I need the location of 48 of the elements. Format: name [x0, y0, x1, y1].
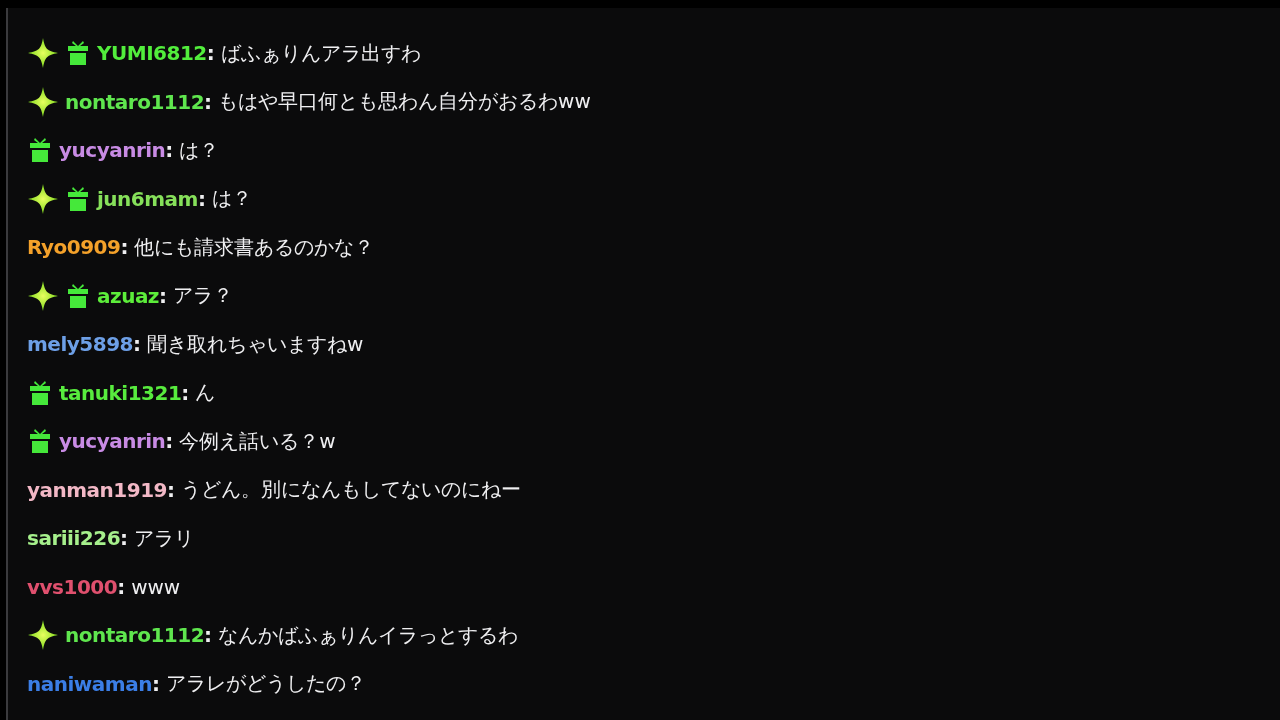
- chat-message: 他にも請求書あるのかな？: [134, 233, 375, 261]
- chat-message: ん: [195, 379, 216, 407]
- chat-message: アラリ: [134, 524, 195, 552]
- colon: :: [117, 574, 126, 599]
- colon: :: [204, 623, 213, 648]
- chat-message: は？: [211, 185, 252, 213]
- chat-message: アラレがどうしたの？: [165, 670, 366, 698]
- chat-username[interactable]: jun6mam: [97, 186, 198, 211]
- colon: :: [165, 429, 174, 454]
- chat-message: なんかばふぁりんイラっとするわ: [218, 621, 519, 649]
- chat-username[interactable]: Ryo0909: [27, 235, 121, 260]
- chat-username[interactable]: yucyanrin: [59, 138, 166, 163]
- chat-username[interactable]: naniwaman: [27, 671, 152, 696]
- chat-username[interactable]: nontaro1112: [65, 623, 205, 648]
- chat-message: は？: [179, 136, 220, 164]
- chat-message: もはや早口何とも思わん自分がおるわww: [218, 88, 591, 116]
- gift-badge-icon: [27, 428, 53, 455]
- chat-message: 今例え話いる？w: [179, 427, 336, 455]
- chat-username[interactable]: yucyanrin: [59, 429, 166, 454]
- colon: :: [204, 89, 213, 114]
- chat-message: www: [131, 574, 181, 599]
- chat-message: ばふぁりんアラ出すわ: [220, 39, 421, 67]
- colon: :: [159, 283, 167, 308]
- chat-message: 聞き取れちゃいますねw: [146, 330, 364, 358]
- colon: :: [151, 671, 160, 696]
- colon: :: [197, 186, 206, 211]
- chat-username[interactable]: yanman1919: [27, 477, 167, 502]
- chat-username[interactable]: sariii226: [27, 526, 121, 551]
- chat-username[interactable]: tanuki1321: [59, 380, 182, 405]
- chat-username[interactable]: mely5898: [27, 332, 133, 357]
- colon: :: [181, 380, 190, 405]
- colon: :: [165, 138, 174, 163]
- colon: :: [167, 477, 175, 502]
- gift-badge-icon: [65, 282, 91, 309]
- chat-message: うどん。別になんもしてないのにねー: [181, 476, 521, 504]
- chat-username[interactable]: YUMI6812: [97, 41, 207, 66]
- gift-badge-icon: [27, 379, 53, 406]
- colon: :: [206, 41, 215, 66]
- gift-badge-icon: [27, 137, 53, 164]
- colon: :: [132, 332, 141, 357]
- colon: :: [120, 235, 129, 260]
- colon: :: [120, 526, 129, 551]
- chat-message: アラ？: [173, 282, 233, 310]
- gift-badge-icon: [65, 185, 91, 212]
- chat-username[interactable]: azuaz: [97, 283, 159, 308]
- gift-badge-icon: [65, 40, 91, 67]
- chat-username[interactable]: vvs1000: [27, 574, 118, 599]
- chat-username[interactable]: nontaro1112: [65, 89, 205, 114]
